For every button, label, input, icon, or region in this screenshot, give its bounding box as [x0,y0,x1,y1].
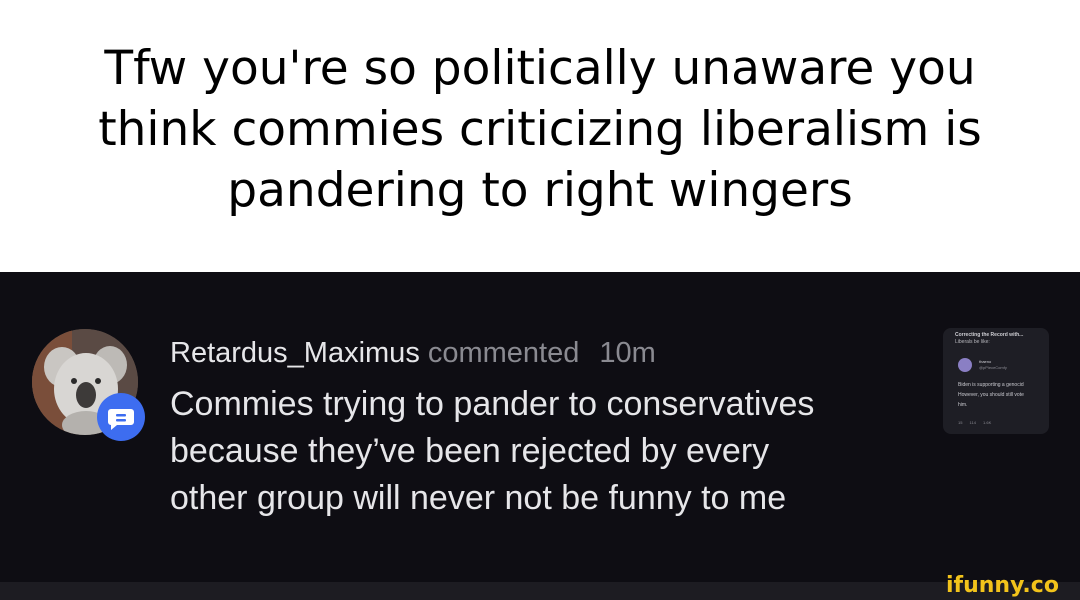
comment-line: other group will never not be funny to m… [170,479,787,517]
thumbnail-text-line: Biden is supporting a genocid [958,382,1024,388]
caption-line: pandering to right wingers [227,163,853,218]
thumbnail-handle: @pPieceComfy [979,365,1007,370]
thumbnail-title: Correcting the Record with... [955,332,1024,338]
thumbnail-avatar [958,358,972,372]
username[interactable]: Retardus_Maximus [170,337,420,369]
thumbnail-stats: 15 114 1.6K [958,420,992,425]
meme-caption: Tfw you're so politically unaware you th… [30,38,1050,221]
comment-action: commented [427,337,580,369]
thumbnail-text-line: him. [958,402,968,408]
caption-line: Tfw you're so politically unaware you [104,41,976,96]
comment-header: Retardus_Maximus commented 10m [170,336,656,370]
comment-text: Commies trying to pander to conservative… [170,381,940,522]
comment-line: because they’ve been rejected by every [170,432,770,470]
caption-area: Tfw you're so politically unaware you th… [0,0,1080,272]
thumbnail-name: thaeno [979,359,992,364]
thumbnail-subtitle: Liberals be like: [955,339,990,345]
bottom-bar [0,582,1080,600]
post-thumbnail[interactable]: Correcting the Record with... Liberals b… [943,328,1049,434]
timestamp: 10m [599,337,656,369]
comment-bubble-icon [97,393,145,441]
caption-line: think commies criticizing liberalism is [98,102,982,157]
thumbnail-text-line: However, you should still vote [958,392,1024,398]
watermark-text: ifunny.co [946,573,1059,598]
comment-line: Commies trying to pander to conservative… [170,385,815,423]
ifunny-watermark: ifunny.co [946,574,1076,598]
